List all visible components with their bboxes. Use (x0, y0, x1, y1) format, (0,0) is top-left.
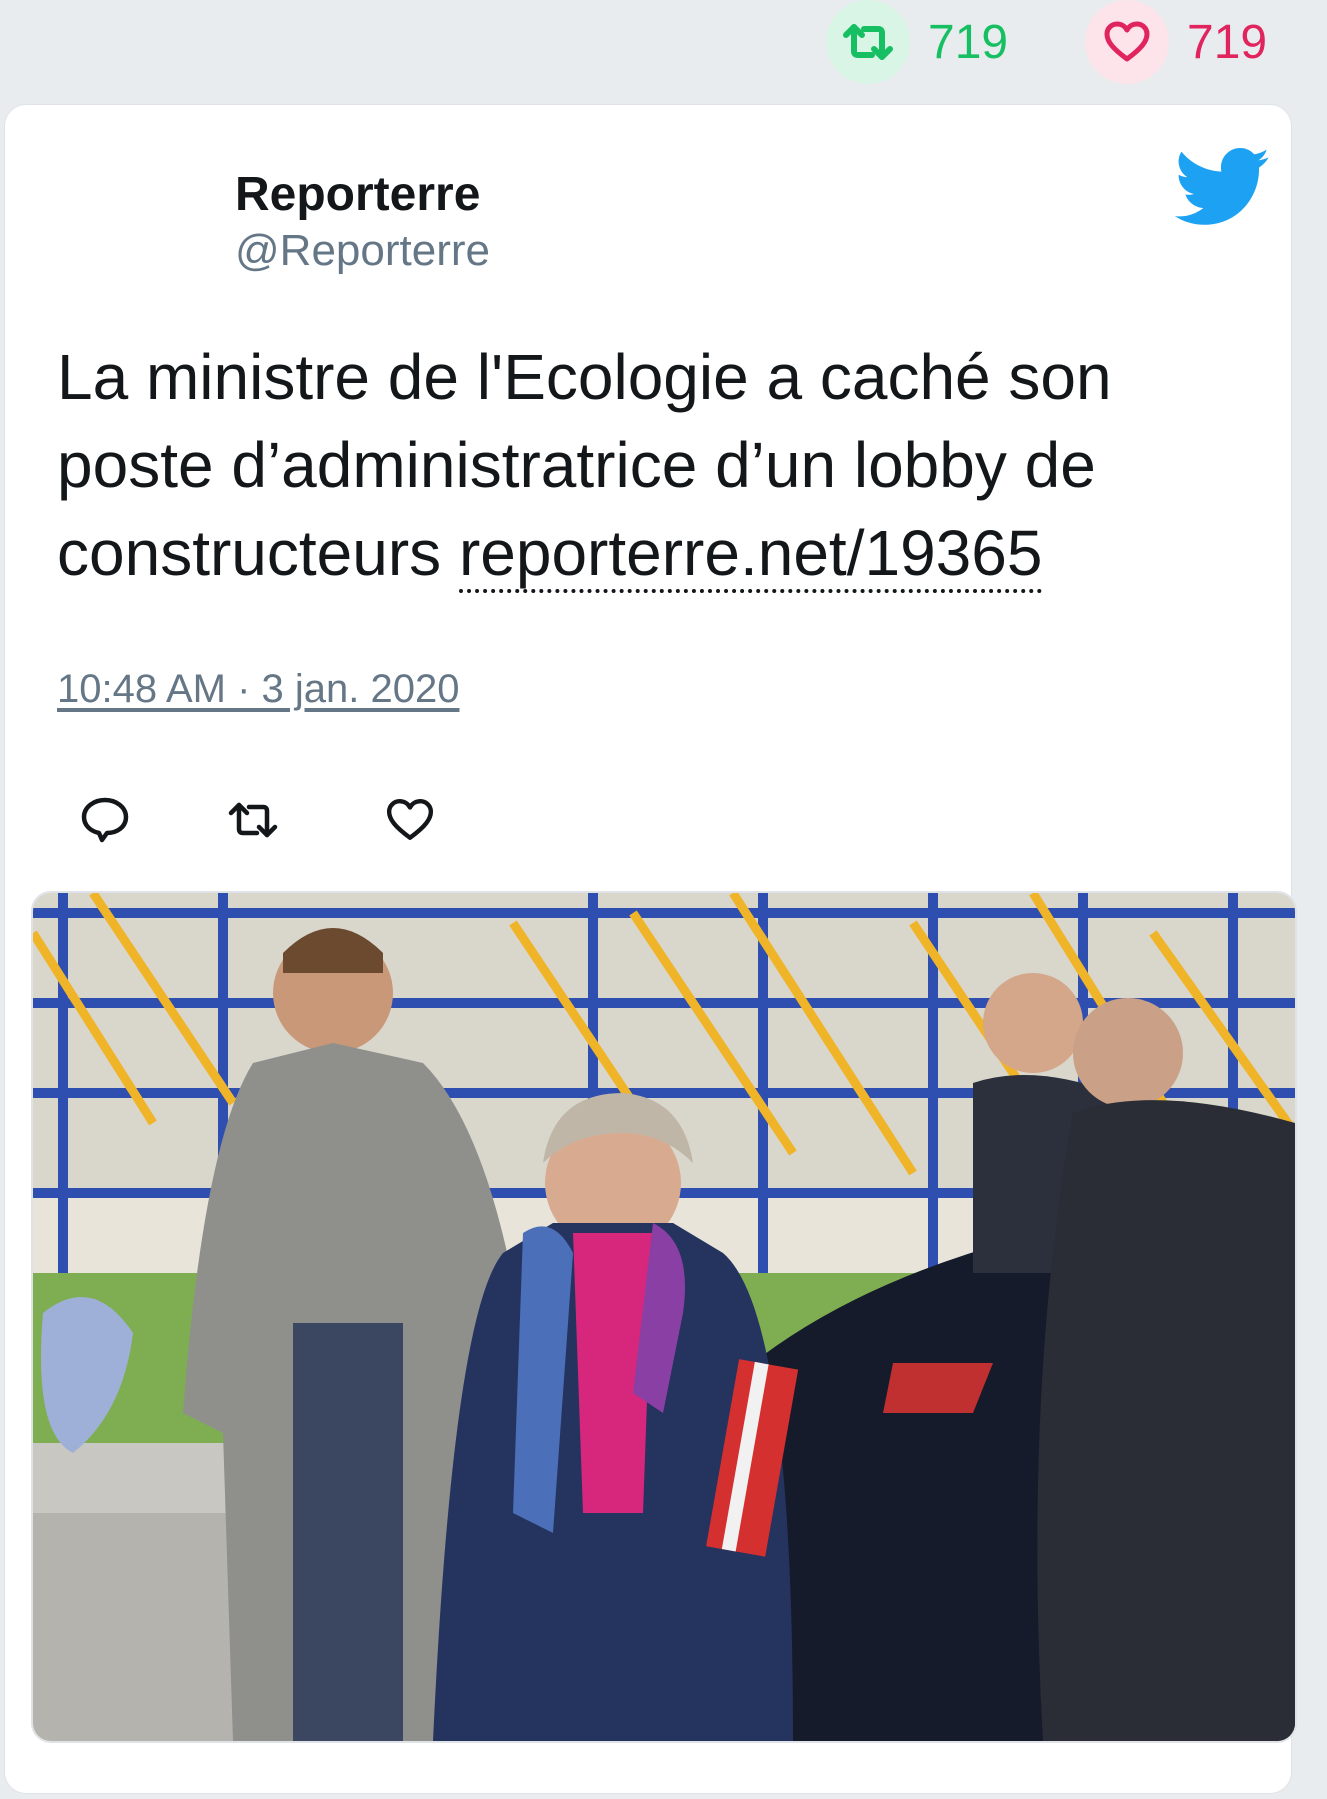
reply-icon (81, 797, 129, 843)
retweet-stat[interactable]: 719 (826, 0, 1008, 84)
retweet-stat-icon (826, 0, 910, 84)
tweet-link[interactable]: reporterre.net/19365 (458, 517, 1043, 593)
retweet-icon (228, 802, 278, 838)
tweet-card: Reporterre @Reporterre La ministre de l'… (4, 104, 1297, 1794)
tweet-timestamp[interactable]: 10:48 AM · 3 jan. 2020 (57, 667, 460, 712)
tweet-text: La ministre de l'Ecologie a caché son po… (57, 333, 1257, 597)
like-stat-icon (1085, 0, 1169, 84)
like-button[interactable] (380, 790, 440, 850)
engagement-stats-bar: 719 719 (0, 0, 1327, 100)
author-handle[interactable]: @Reporterre (235, 226, 490, 276)
twitter-bird-icon[interactable] (1175, 147, 1271, 229)
like-icon (386, 799, 434, 840)
like-stat[interactable]: 719 (1085, 0, 1267, 84)
author-name[interactable]: Reporterre (235, 167, 480, 222)
retweet-button[interactable] (223, 790, 283, 850)
tweet-photo[interactable] (31, 891, 1297, 1743)
reply-button[interactable] (75, 790, 135, 850)
retweet-count: 719 (928, 15, 1009, 69)
like-count: 719 (1187, 15, 1268, 69)
tweet-photo-image (33, 893, 1295, 1741)
